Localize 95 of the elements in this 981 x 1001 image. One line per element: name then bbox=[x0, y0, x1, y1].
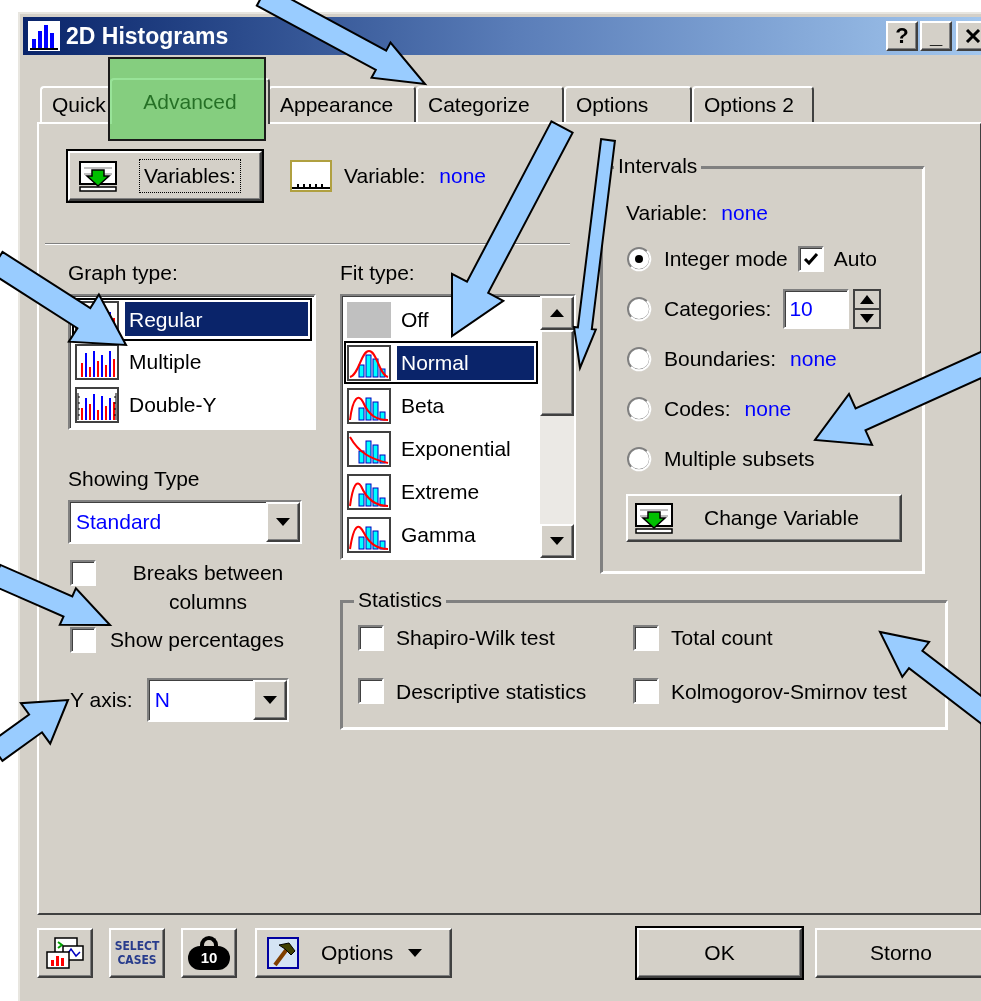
histogram-curve-icon bbox=[347, 387, 391, 424]
checkbox-label: Shapiro-Wilk test bbox=[396, 625, 555, 651]
histogram-curve-icon bbox=[347, 516, 391, 553]
select-cases-button[interactable]: SELECT CASES bbox=[109, 928, 165, 978]
window-title: 2D Histograms bbox=[66, 21, 229, 51]
dropdown-arrow-icon bbox=[261, 694, 278, 705]
dropdown[interactable]: N bbox=[146, 677, 289, 722]
list-box[interactable]: Off Normal Beta Exponential Extreme Gamma bbox=[340, 294, 576, 560]
list-item[interactable]: Multiple bbox=[125, 345, 308, 379]
list-box[interactable]: Regular Multiple Double-Y bbox=[68, 294, 316, 430]
tab[interactable]: Options 2 bbox=[692, 86, 814, 122]
list-item[interactable]: Normal bbox=[397, 345, 534, 380]
dropdown[interactable]: Standard bbox=[68, 500, 302, 544]
combo-value: Standard bbox=[75, 509, 163, 536]
scroll-up-button[interactable] bbox=[540, 296, 574, 330]
tab[interactable]: Options bbox=[564, 86, 692, 122]
list-item[interactable]: Extreme bbox=[397, 474, 534, 509]
histogram-curve-icon bbox=[347, 473, 391, 510]
check-icon bbox=[802, 252, 819, 266]
down-arrow-icon bbox=[549, 536, 565, 546]
bar-chart-icon bbox=[28, 21, 60, 51]
blank-icon bbox=[347, 301, 391, 338]
field-label: Graph type: bbox=[68, 260, 179, 286]
bar-chart-icon bbox=[75, 344, 119, 380]
list-item[interactable]: Regular bbox=[125, 302, 308, 337]
ok-button[interactable]: OK bbox=[637, 928, 802, 978]
cancel-button[interactable]: Storno bbox=[815, 928, 981, 978]
field-label: Y axis: bbox=[70, 686, 133, 713]
radio-label: Multiple subsets bbox=[664, 446, 815, 473]
close-button[interactable] bbox=[956, 21, 981, 51]
caret-icon bbox=[407, 948, 424, 958]
number-field[interactable]: 10 bbox=[783, 289, 850, 329]
graph-button[interactable] bbox=[37, 928, 93, 978]
dropdown-button[interactable] bbox=[252, 679, 287, 720]
field-label: Showing Type bbox=[68, 466, 201, 492]
radio-label: Boundaries: bbox=[664, 346, 777, 373]
checkbox-label: Descriptive statistics bbox=[396, 678, 587, 705]
help-button[interactable]: ? bbox=[886, 21, 918, 51]
weight-button[interactable]: 10 bbox=[181, 928, 237, 978]
checkbox[interactable] bbox=[358, 678, 384, 705]
variable-value: none bbox=[439, 163, 487, 190]
tab[interactable]: Appearance bbox=[268, 86, 416, 122]
hammer-icon bbox=[267, 937, 299, 969]
checkbox-label: Kolmogorov-Smirnov test bbox=[671, 678, 907, 705]
radio-button[interactable] bbox=[626, 296, 652, 322]
checkbox-label: Auto bbox=[833, 246, 877, 273]
radio-label: Integer mode bbox=[664, 246, 788, 273]
weight-label: 10 bbox=[188, 946, 230, 970]
variable-label: Variable: bbox=[344, 163, 426, 190]
checkbox-label: Total count bbox=[671, 625, 773, 651]
checkbox[interactable] bbox=[70, 560, 96, 586]
radio-button[interactable] bbox=[626, 446, 652, 472]
checkbox[interactable] bbox=[797, 246, 824, 272]
field-label: Fit type: bbox=[340, 260, 416, 286]
variables-icon bbox=[78, 160, 118, 192]
variable-value: none bbox=[721, 200, 769, 227]
checkbox[interactable] bbox=[358, 624, 384, 651]
list-item[interactable]: Exponential bbox=[397, 431, 534, 466]
spin-buttons[interactable] bbox=[853, 289, 882, 329]
checkbox-label: Breaks between columns bbox=[131, 560, 285, 615]
charts-icon bbox=[45, 936, 85, 970]
dropdown-arrow-icon bbox=[275, 517, 291, 527]
combo-value: N bbox=[153, 686, 171, 713]
variable-icon bbox=[290, 160, 332, 192]
checkbox[interactable] bbox=[633, 678, 659, 705]
options-button[interactable]: Options bbox=[255, 928, 452, 978]
histogram-curve-icon bbox=[347, 430, 391, 467]
radio-label: Codes: bbox=[664, 396, 731, 423]
variables-icon bbox=[634, 502, 674, 534]
annotation-arrow bbox=[0, 698, 70, 763]
radio-label: Categories: bbox=[664, 296, 772, 323]
field-value: none bbox=[790, 346, 837, 373]
list-item[interactable]: Double-Y bbox=[125, 387, 308, 422]
variables-button[interactable]: Variables: bbox=[68, 151, 262, 201]
bar-chart-icon bbox=[75, 386, 119, 423]
list-item[interactable]: Gamma bbox=[397, 517, 534, 552]
radio-button[interactable] bbox=[626, 346, 652, 372]
variable-label: Variable: bbox=[626, 200, 708, 227]
tab[interactable]: Categorize bbox=[416, 86, 564, 122]
checkbox-label: Show percentages bbox=[110, 627, 284, 653]
dropdown-button[interactable] bbox=[266, 502, 300, 542]
list-item[interactable]: Off bbox=[397, 302, 534, 337]
up-arrow-icon bbox=[549, 308, 565, 318]
scrollbar-thumb[interactable] bbox=[540, 330, 574, 416]
change-variable-button[interactable]: Change Variable bbox=[626, 494, 902, 542]
radio-button[interactable] bbox=[626, 246, 652, 272]
minimize-button[interactable]: _ bbox=[920, 21, 952, 51]
checkbox[interactable] bbox=[633, 624, 659, 651]
scroll-down-button[interactable] bbox=[540, 524, 574, 558]
histogram-curve-icon bbox=[347, 344, 391, 381]
field-value: none bbox=[744, 396, 792, 423]
radio-button[interactable] bbox=[626, 396, 652, 422]
checkbox[interactable] bbox=[70, 626, 96, 653]
list-item[interactable]: Beta bbox=[397, 388, 534, 423]
close-icon bbox=[965, 29, 981, 43]
